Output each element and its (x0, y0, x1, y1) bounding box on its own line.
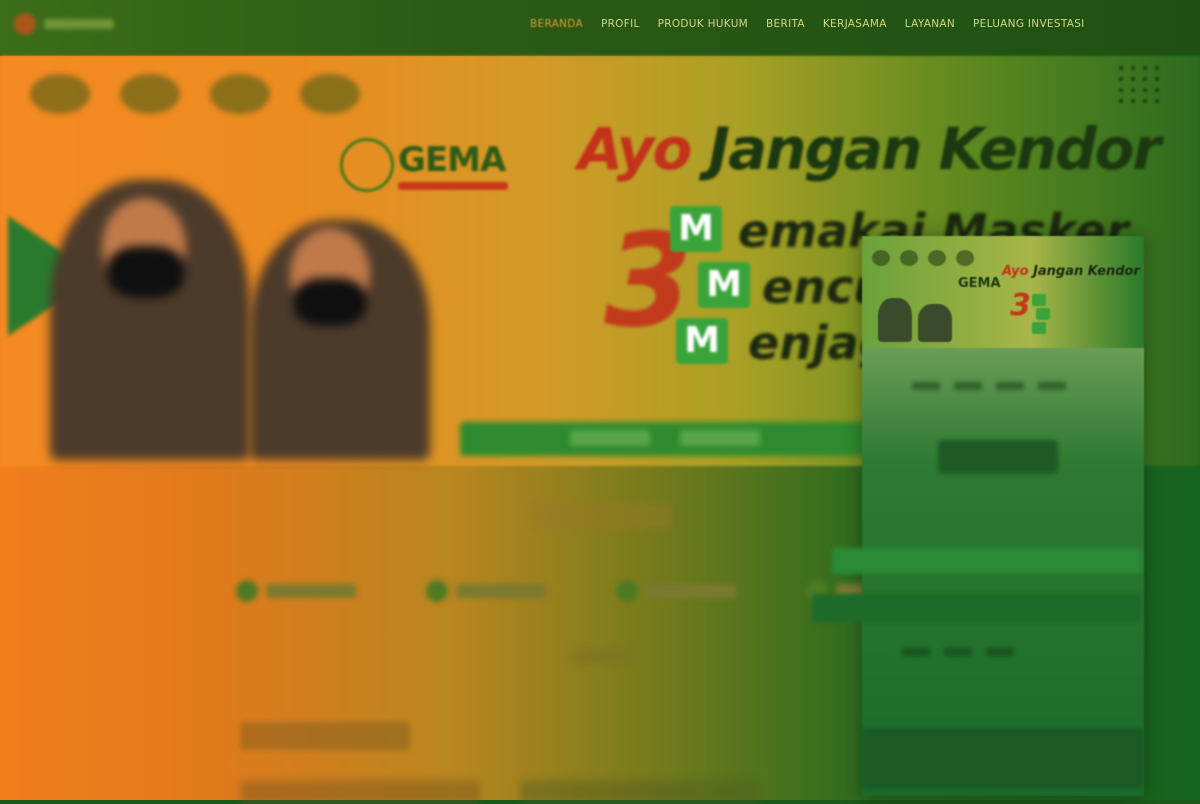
nav-item-profil[interactable]: PROFIL (601, 18, 640, 30)
mini-body-blurred (812, 348, 1144, 796)
headline-ayo: Ayo (578, 115, 692, 183)
hero-action-bar[interactable] (460, 422, 880, 456)
main-menu: BERANDA PROFIL PRODUK HUKUM BERITA KERJA… (530, 18, 1085, 30)
section-title-blurred (532, 503, 672, 529)
service-icon (426, 580, 448, 602)
service-item[interactable] (426, 580, 546, 602)
gema-logo-subtitle (398, 182, 508, 190)
nav-item-produk-hukum[interactable]: PRODUK HUKUM (658, 18, 748, 30)
nav-item-beranda[interactable]: BERANDA (530, 18, 583, 30)
partner-logo-icon (300, 74, 360, 114)
service-item[interactable] (616, 580, 736, 602)
gema-logo: GEMA (340, 128, 540, 208)
service-icon (616, 580, 638, 602)
nav-item-layanan[interactable]: LAYANAN (905, 18, 955, 30)
m-box-2: M (698, 262, 750, 308)
emblem-icon (14, 13, 36, 35)
partner-logo-icon (30, 74, 90, 114)
person-left-photo (50, 180, 250, 460)
gema-emblem-icon (340, 138, 394, 192)
mini-people-photo (878, 294, 954, 342)
service-icon (236, 580, 258, 602)
logo-wordmark (44, 19, 114, 29)
decor-dot-grid (1119, 66, 1160, 103)
person-right-photo (250, 220, 430, 460)
nav-item-peluang-investasi[interactable]: PELUANG INVESTASI (973, 18, 1085, 30)
mobile-preview-screenshot: GEMA Ayo Jangan Kendor 3 (812, 236, 1144, 796)
mini-button-blurred (938, 440, 1058, 474)
hero-headline: Ayo Jangan Kendor (578, 115, 1162, 183)
nav-item-berita[interactable]: BERITA (766, 18, 805, 30)
site-logo[interactable] (14, 8, 134, 40)
news-title-blurred (240, 722, 410, 750)
top-navbar: BERANDA PROFIL PRODUK HUKUM BERITA KERJA… (0, 0, 1200, 56)
news-card-blurred[interactable] (240, 780, 480, 804)
mini-gema-logo: GEMA (958, 276, 1001, 291)
mini-partner-logos (872, 250, 974, 266)
headline-rest: Jangan Kendor (708, 115, 1162, 183)
page-indicator-blurred (572, 650, 632, 664)
gema-logo-text: GEMA (398, 140, 506, 180)
partner-logos (30, 74, 360, 114)
partner-logo-icon (210, 74, 270, 114)
m-box-3: M (676, 318, 728, 364)
m-box-1: M (670, 206, 722, 252)
mini-big-number: 3 (1010, 288, 1031, 323)
mini-headline: Ayo Jangan Kendor (1002, 264, 1140, 279)
mini-hero-banner: GEMA Ayo Jangan Kendor 3 (862, 236, 1144, 348)
service-item[interactable] (236, 580, 356, 602)
partner-logo-icon (120, 74, 180, 114)
nav-item-kerjasama[interactable]: KERJASAMA (823, 18, 887, 30)
news-card-blurred[interactable] (520, 780, 760, 804)
